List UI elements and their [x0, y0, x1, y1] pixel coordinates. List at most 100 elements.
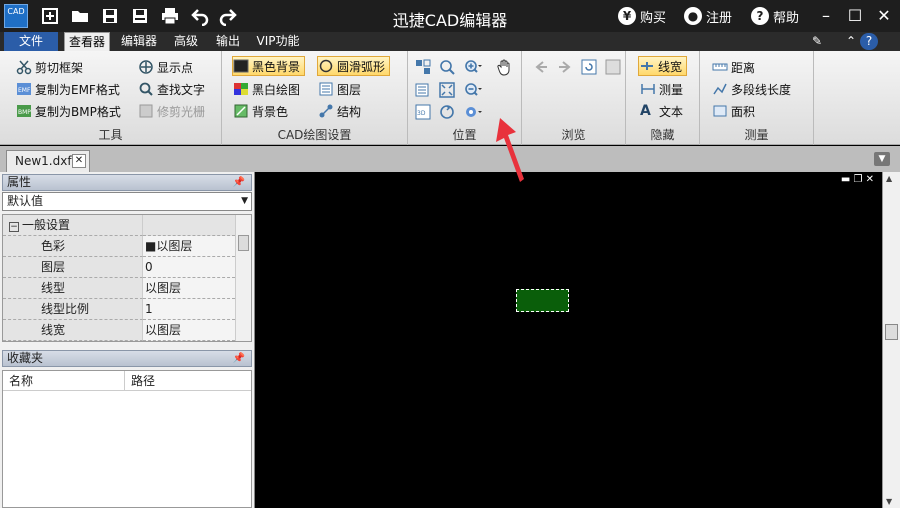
tab-file[interactable]: 文件 [4, 32, 58, 51]
buy-label: 购买 [640, 10, 667, 26]
collapse-ribbon-icon[interactable]: ⌃ [842, 33, 860, 50]
arc-icon [318, 58, 334, 74]
app-logo[interactable]: CAD [4, 4, 28, 28]
property-category[interactable]: − 一般设置 [3, 215, 235, 236]
full-screen-icon[interactable] [438, 81, 456, 99]
pan-hand-icon[interactable] [496, 58, 514, 76]
copy-bmp-label: 复制为BMP格式 [35, 104, 121, 119]
copy-bmp-button[interactable]: BMP 复制为BMP格式 [16, 101, 121, 121]
measure-toggle-label: 测量 [659, 82, 684, 97]
property-scrollbar[interactable] [235, 215, 251, 341]
column-header-name[interactable]: 名称 [3, 371, 125, 391]
scrollbar-thumb[interactable] [238, 235, 249, 251]
register-link[interactable]: ● 注册 [684, 6, 732, 26]
buy-link[interactable]: ¥ 购买 [618, 6, 666, 26]
area-label: 面积 [731, 104, 756, 119]
tab-editor[interactable]: 编辑器 [116, 32, 162, 51]
black-background-label: 黑色背景 [252, 59, 301, 74]
polyline-length-label: 多段线长度 [731, 82, 792, 97]
view-3d-icon[interactable] [464, 103, 482, 121]
text-toggle-button[interactable]: A 文本 [640, 101, 683, 121]
maximize-icon[interactable]: ☐ [843, 4, 867, 28]
property-row[interactable]: 线宽 以图层 [3, 320, 235, 341]
pin-icon[interactable]: 📌 [233, 351, 245, 366]
drawing-canvas[interactable]: ▬ ❐ ✕ ▲ ▼ [256, 172, 900, 508]
green-rectangle-entity[interactable] [516, 289, 569, 312]
group-measure-label: 测量 [744, 128, 769, 142]
close-document-icon[interactable]: ✕ [72, 154, 86, 168]
document-list-icon[interactable]: ▼ [874, 152, 890, 166]
property-row[interactable]: 色彩 ■以图层 [3, 236, 235, 257]
orbit-icon[interactable] [438, 103, 456, 121]
canvas-vertical-scrollbar[interactable]: ▲ ▼ [882, 172, 900, 508]
new-file-icon[interactable] [40, 6, 60, 26]
bw-drawing-button[interactable]: 黑白绘图 [233, 79, 300, 99]
find-text-button[interactable]: 查找文字 [138, 79, 205, 99]
clip-frame-label: 剪切框架 [35, 60, 84, 75]
group-tools: 剪切框架 EMF 复制为EMF格式 BMP 复制为BMP格式 显示点 查找文字 … [0, 51, 222, 145]
properties-selector[interactable]: 默认值 ▼ [2, 192, 252, 211]
save-as-icon[interactable] [130, 6, 150, 26]
layers-button[interactable]: 图层 [318, 79, 361, 99]
black-background-button[interactable]: 黑色背景 [232, 56, 306, 76]
fit-extents-icon[interactable] [414, 81, 432, 99]
close-icon[interactable]: ✕ [872, 4, 896, 28]
next-view-icon[interactable] [556, 58, 574, 76]
category-label: 一般设置 [22, 218, 71, 232]
measure-toggle-button[interactable]: 测量 [640, 79, 683, 99]
scrollbar-thumb[interactable] [885, 324, 898, 340]
collapse-icon[interactable]: − [9, 222, 19, 232]
raster-icon [138, 103, 154, 119]
group-cad-settings-label: CAD绘图设置 [277, 128, 352, 142]
refresh-icon[interactable] [580, 58, 598, 76]
rotate-icon[interactable]: 3D [414, 103, 432, 121]
structure-button[interactable]: 结构 [318, 101, 361, 121]
zoom-in-icon[interactable] [464, 58, 482, 76]
previous-view-icon[interactable] [532, 58, 550, 76]
redo-icon[interactable] [218, 6, 238, 27]
scroll-down-icon[interactable]: ▼ [886, 497, 892, 506]
polyline-length-button[interactable]: 多段线长度 [712, 79, 791, 99]
structure-label: 结构 [337, 104, 362, 119]
property-row[interactable]: 线型比例 1 [3, 299, 235, 320]
group-browse: 浏览 [522, 51, 626, 145]
document-tab[interactable]: New1.dxf ✕ [6, 150, 90, 172]
fit-window-icon[interactable] [414, 58, 432, 76]
area-button[interactable]: 面积 [712, 101, 755, 121]
pin-icon[interactable]: 📌 [233, 175, 245, 190]
minimize-icon[interactable]: – [814, 4, 838, 28]
line-width-button[interactable]: 线宽 [638, 56, 688, 76]
column-header-path[interactable]: 路径 [125, 371, 251, 391]
undo-icon[interactable] [190, 6, 210, 27]
zoom-out-icon[interactable] [464, 81, 482, 99]
property-row[interactable]: 线型 以图层 [3, 278, 235, 299]
skin-icon[interactable]: ✎ [808, 33, 826, 50]
bookmark-icon[interactable] [604, 58, 622, 76]
show-points-button[interactable]: 显示点 [138, 57, 193, 77]
clip-frame-button[interactable]: 剪切框架 [16, 57, 83, 77]
copy-emf-button[interactable]: EMF 复制为EMF格式 [16, 79, 120, 99]
polyline-icon [712, 81, 728, 97]
group-measure: 距离 多段线长度 面积 测量 [700, 51, 814, 145]
open-folder-icon[interactable] [70, 6, 90, 26]
tab-vip[interactable]: VIP功能 [252, 32, 304, 51]
ribbon-help-icon[interactable]: ? [860, 33, 878, 50]
ribbon: 剪切框架 EMF 复制为EMF格式 BMP 复制为BMP格式 显示点 查找文字 … [0, 51, 900, 145]
property-row[interactable]: 图层 0 [3, 257, 235, 278]
distance-button[interactable]: 距离 [712, 57, 755, 77]
zoom-window-icon[interactable] [438, 58, 456, 76]
tab-output[interactable]: 输出 [210, 32, 246, 51]
print-icon[interactable] [160, 6, 180, 26]
background-color-button[interactable]: 背景色 [233, 101, 288, 121]
smooth-arc-button[interactable]: 圆滑弧形 [317, 56, 391, 76]
save-icon[interactable] [100, 6, 120, 26]
trim-raster-button[interactable]: 修剪光栅 [138, 101, 205, 121]
tab-advanced[interactable]: 高级 [168, 32, 204, 51]
canvas-window-controls[interactable]: ▬ ❐ ✕ [841, 174, 874, 185]
help-link[interactable]: ? 帮助 [751, 6, 799, 26]
text-a-icon: A [640, 103, 651, 119]
scroll-up-icon[interactable]: ▲ [886, 174, 892, 183]
area-icon [712, 103, 728, 119]
property-name: 图层 [3, 257, 143, 278]
tab-viewer[interactable]: 查看器 [64, 32, 110, 51]
